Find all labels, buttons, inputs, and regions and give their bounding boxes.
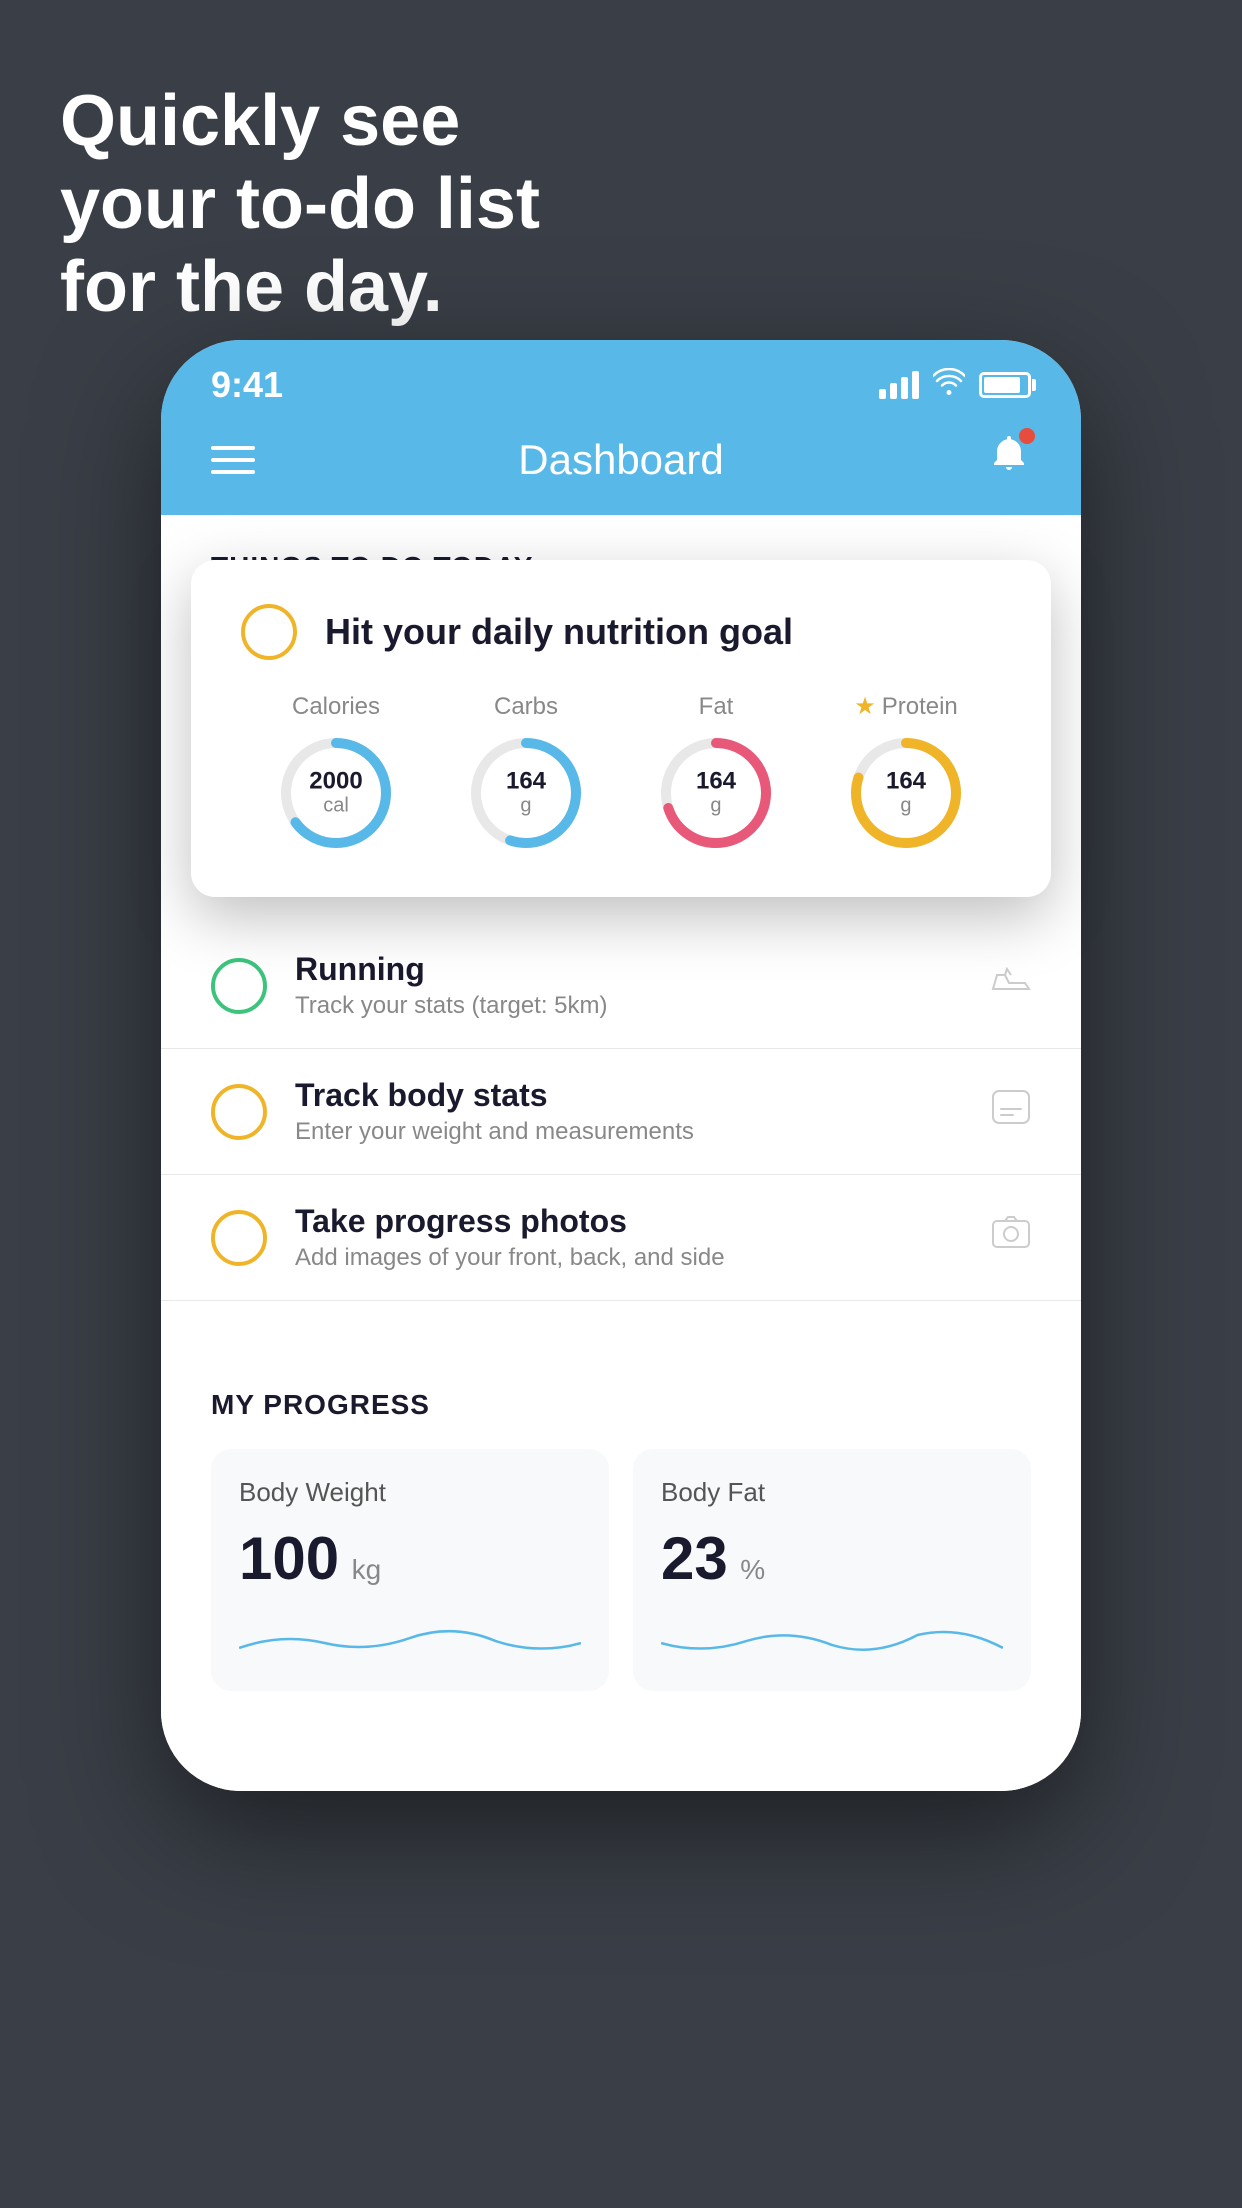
todo-item-running[interactable]: Running Track your stats (target: 5km) <box>161 923 1081 1049</box>
carbs-label: Carbs <box>494 693 558 721</box>
signal-icon <box>879 371 919 399</box>
calories-item: Calories 2000 cal <box>276 693 396 853</box>
scale-icon <box>991 1089 1031 1134</box>
calories-value: 2000 <box>309 768 362 794</box>
todo-check-running[interactable] <box>211 958 267 1014</box>
todo-item-photos[interactable]: Take progress photos Add images of your … <box>161 1175 1081 1301</box>
protein-unit: g <box>900 795 911 817</box>
nutrition-main-label: Hit your daily nutrition goal <box>325 611 793 653</box>
nutrition-main-row: Hit your daily nutrition goal <box>241 604 1001 660</box>
nutrition-row: Calories 2000 cal Carbs <box>241 692 1001 853</box>
todo-check-photos[interactable] <box>211 1210 267 1266</box>
notification-bell-icon[interactable] <box>987 432 1031 487</box>
todo-sub-body-stats: Enter your weight and measurements <box>295 1118 963 1146</box>
carbs-value: 164 <box>506 768 546 794</box>
todo-title-running: Running <box>295 951 963 988</box>
todo-title-photos: Take progress photos <box>295 1203 963 1240</box>
body-weight-unit: kg <box>352 1554 382 1585</box>
todo-item-body-stats[interactable]: Track body stats Enter your weight and m… <box>161 1049 1081 1175</box>
todo-sub-running: Track your stats (target: 5km) <box>295 992 963 1020</box>
calories-label: Calories <box>292 693 380 721</box>
protein-item: ★ Protein 164 g <box>846 692 966 853</box>
phone-mockup: 9:41 <box>161 340 1081 1791</box>
hamburger-menu[interactable] <box>211 446 255 474</box>
status-bar: 9:41 <box>161 340 1081 412</box>
status-time: 9:41 <box>211 364 283 406</box>
carbs-chart: 164 g <box>466 733 586 853</box>
photo-icon <box>991 1215 1031 1260</box>
fat-item: Fat 164 g <box>656 693 776 853</box>
header-title: Dashboard <box>518 436 723 484</box>
status-icons <box>879 368 1031 403</box>
todo-title-body-stats: Track body stats <box>295 1077 963 1114</box>
battery-icon <box>979 372 1031 398</box>
protein-value: 164 <box>886 768 926 794</box>
notification-dot <box>1019 428 1035 444</box>
nutrition-card: Hit your daily nutrition goal Calories 2… <box>191 560 1051 897</box>
progress-cards: Body Weight 100 kg Body Fat <box>211 1449 1031 1691</box>
todo-info-photos: Take progress photos Add images of your … <box>295 1203 963 1272</box>
todo-sub-photos: Add images of your front, back, and side <box>295 1244 963 1272</box>
wifi-icon <box>933 368 965 403</box>
body-fat-card[interactable]: Body Fat 23 % <box>633 1449 1031 1691</box>
body-weight-label: Body Weight <box>239 1477 581 1508</box>
protein-label: ★ Protein <box>854 692 958 721</box>
protein-chart: 164 g <box>846 733 966 853</box>
calories-unit: cal <box>323 794 349 816</box>
carbs-unit: g <box>520 794 531 816</box>
body-fat-value: 23 <box>661 1525 728 1592</box>
carbs-item: Carbs 164 g <box>466 693 586 853</box>
fat-unit: g <box>710 794 721 816</box>
star-icon: ★ <box>854 692 876 721</box>
progress-title: MY PROGRESS <box>211 1389 1031 1421</box>
todo-info-body-stats: Track body stats Enter your weight and m… <box>295 1077 963 1146</box>
todo-info-running: Running Track your stats (target: 5km) <box>295 951 963 1020</box>
phone-screen: 9:41 <box>161 340 1081 1791</box>
body-fat-chart <box>661 1613 1003 1663</box>
body-weight-card[interactable]: Body Weight 100 kg <box>211 1449 609 1691</box>
progress-section: MY PROGRESS Body Weight 100 kg <box>161 1349 1081 1731</box>
app-header: Dashboard <box>161 412 1081 515</box>
body-fat-label: Body Fat <box>661 1477 1003 1508</box>
todo-check-body-stats[interactable] <box>211 1084 267 1140</box>
calories-chart: 2000 cal <box>276 733 396 853</box>
fat-value: 164 <box>696 768 736 794</box>
fat-label: Fat <box>699 693 734 721</box>
shoe-icon <box>991 963 1031 1008</box>
nutrition-check[interactable] <box>241 604 297 660</box>
body-weight-value: 100 <box>239 1525 339 1592</box>
fat-chart: 164 g <box>656 733 776 853</box>
hero-text: Quickly see your to-do list for the day. <box>60 80 540 328</box>
body-weight-chart <box>239 1613 581 1663</box>
body-fat-unit: % <box>740 1554 765 1585</box>
